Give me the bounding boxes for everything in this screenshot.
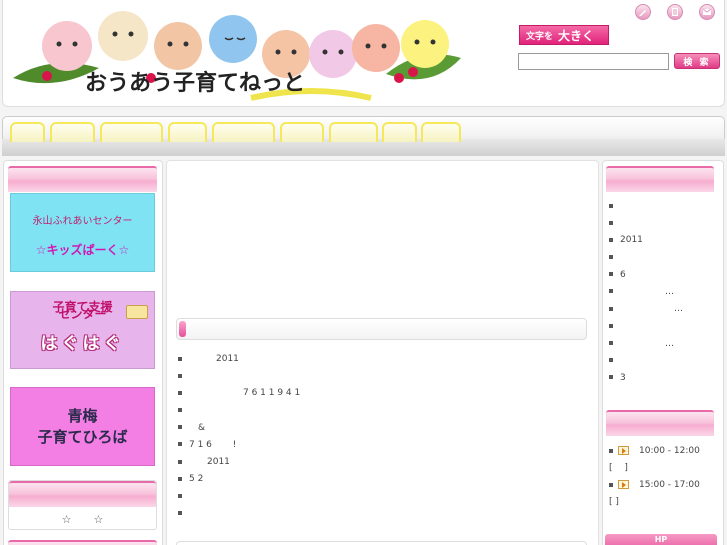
news-item[interactable]: 7 1 6 ! (178, 437, 578, 454)
right-list-item[interactable] (609, 250, 717, 267)
schedule-item[interactable]: 10:00 - 12:00 (609, 443, 717, 460)
banner-ome-hiroba[interactable]: 青梅 子育てひろば (10, 387, 155, 466)
banner-hughug[interactable]: 子育て支援 センター はぐはぐ (10, 291, 155, 369)
banner-hughug-line3: はぐはぐ (40, 333, 125, 354)
play-icon (618, 480, 629, 489)
nav-tab-3[interactable] (100, 122, 163, 142)
news-item[interactable] (178, 368, 578, 385)
right-list-item[interactable] (609, 198, 717, 215)
banner-hughug-line2: センター (58, 306, 107, 321)
banner-kids-park-line1: 永山ふれあいセンター (32, 215, 133, 227)
mail-icon[interactable] (699, 4, 715, 20)
right-list-item[interactable]: … (609, 284, 717, 301)
svg-text:おうあう子育てねっと: おうあう子育てねっと (85, 70, 305, 96)
font-size-big: 大きく (558, 28, 595, 43)
right-list-item[interactable]: 2011 (609, 232, 717, 249)
schedule-header (606, 410, 714, 436)
nav-tab-2[interactable] (50, 122, 95, 142)
right-list: 2011 6 … … … 3 (609, 198, 717, 387)
news-item[interactable] (178, 506, 578, 523)
schedule-list: 10:00 - 12:00 [ ] 15:00 - 17:00 [ ] (609, 443, 717, 511)
schedule-item[interactable]: 15:00 - 17:00 (609, 477, 717, 494)
right-list-item[interactable]: 3 (609, 370, 717, 387)
news-item[interactable]: & (178, 420, 578, 437)
news-list: 2011 7 6 1 1 9 4 1 & 7 1 6 ! 2011 5 2 (178, 351, 578, 523)
news-item[interactable] (178, 489, 578, 506)
right-box-header (606, 166, 714, 192)
right-list-item[interactable] (609, 215, 717, 232)
right-list-item[interactable] (609, 353, 717, 370)
left-stars-box: ☆ ☆ (8, 480, 157, 530)
news-item[interactable]: 2011 (178, 454, 578, 471)
page: おうあう子育てねっと 文字を 大きく 検 索 永山ふれあいセンター ☆キッズぱー… (0, 0, 727, 545)
font-size-prefix: 文字を (526, 31, 554, 42)
search-button[interactable]: 検 索 (674, 53, 720, 69)
news-item[interactable] (178, 403, 578, 420)
news-item[interactable]: 5 2 (178, 471, 578, 488)
banner-ome-line2: 子育てひろば (37, 427, 128, 446)
sitemap-icon[interactable] (667, 4, 683, 20)
hp-button[interactable]: HP (605, 534, 717, 545)
banner-ome-line1: 青梅 (67, 406, 98, 425)
nav-tab-1[interactable] (10, 122, 45, 142)
nav-tab-6[interactable] (280, 122, 324, 142)
nav-tab-7[interactable] (329, 122, 378, 142)
left-next-header (8, 540, 157, 545)
banner-kids-park[interactable]: 永山ふれあいセンター ☆キッズぱーく☆ (10, 193, 155, 272)
right-list-item[interactable] (609, 318, 717, 335)
nav-tab-5[interactable] (212, 122, 275, 142)
font-size-button[interactable]: 文字を 大きく (519, 25, 609, 45)
play-icon (618, 446, 629, 455)
news-header-marker (179, 321, 186, 337)
news-item[interactable]: 2011 (178, 351, 578, 368)
right-list-item[interactable]: … (609, 301, 717, 318)
banner-kids-park-line2: ☆キッズぱーく☆ (35, 242, 130, 257)
nav-tab-9[interactable] (421, 122, 461, 142)
search-input[interactable] (518, 53, 669, 70)
next-section-bar (176, 541, 587, 545)
right-list-item[interactable]: … (609, 336, 717, 353)
schedule-bracket: [ ] (609, 497, 619, 507)
cup-icon (126, 305, 148, 319)
pencil-icon[interactable] (635, 4, 651, 20)
stars-text: ☆ ☆ (61, 513, 104, 526)
left-stars-header (9, 481, 156, 507)
schedule-bracket: [ ] (609, 463, 628, 473)
nav-tab-8[interactable] (382, 122, 417, 142)
left-box-header (8, 166, 157, 192)
news-item[interactable]: 7 6 1 1 9 4 1 (178, 385, 578, 402)
news-header-bar (176, 318, 587, 340)
nav-tab-4[interactable] (168, 122, 207, 142)
right-list-item[interactable]: 6 (609, 267, 717, 284)
site-logo[interactable]: おうあう子育てねっと (11, 6, 466, 104)
